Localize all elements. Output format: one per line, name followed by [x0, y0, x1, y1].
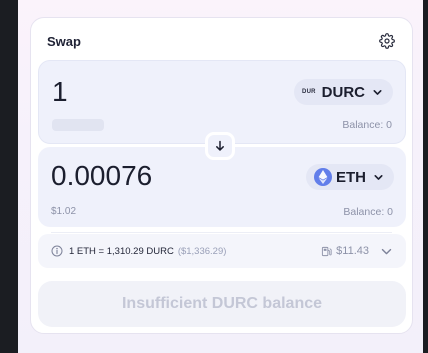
- gas-estimate: $11.43: [321, 245, 369, 257]
- gas-pump-icon: [321, 246, 332, 257]
- sell-balance: Balance: 0: [342, 119, 392, 131]
- sell-token-label: DURC: [321, 83, 365, 101]
- buy-amount-input[interactable]: 0.00076: [51, 160, 152, 192]
- buy-token-selector[interactable]: ETH: [306, 164, 394, 190]
- durc-token-logo: DUR: [302, 89, 316, 95]
- buy-usd-value: $1.02: [51, 206, 77, 217]
- chevron-down-icon: [372, 171, 384, 183]
- swap-header: Swap: [47, 32, 396, 50]
- arrow-down-icon: [214, 140, 226, 152]
- sell-token-selector[interactable]: DUR DURC: [294, 79, 393, 105]
- chevron-down-icon[interactable]: [379, 244, 393, 258]
- exchange-rate: 1 ETH = 1,310.29 DURC: [69, 245, 174, 257]
- chevron-down-icon: [371, 86, 383, 98]
- sell-amount-input[interactable]: 1: [52, 76, 68, 108]
- exchange-rate-usd: ($1,336.29): [177, 245, 227, 257]
- info-icon: [51, 245, 63, 257]
- page-background: Swap 1 DUR DURC Balance: 0 0.00076 ETH $…: [18, 0, 423, 353]
- switch-direction-button[interactable]: [205, 132, 235, 160]
- insufficient-balance-button[interactable]: Insufficient DURC balance: [38, 281, 406, 327]
- buy-balance: Balance: 0: [343, 206, 393, 218]
- buy-token-label: ETH: [336, 168, 366, 186]
- swap-card: Swap 1 DUR DURC Balance: 0 0.00076 ETH $…: [30, 17, 413, 334]
- gear-icon[interactable]: [378, 32, 396, 50]
- divider: [51, 232, 392, 233]
- rate-details-row[interactable]: 1 ETH = 1,310.29 DURC ($1,336.29) $11.43: [38, 234, 406, 268]
- sell-usd-placeholder: [52, 119, 104, 131]
- gas-fee: $11.43: [336, 245, 369, 257]
- eth-token-icon: [314, 168, 332, 186]
- swap-title: Swap: [47, 33, 81, 49]
